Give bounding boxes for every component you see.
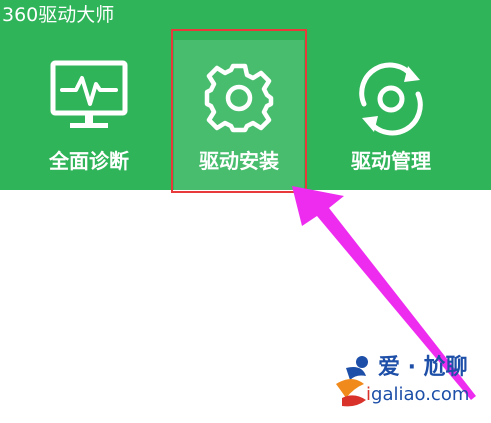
watermark-title: 爱 · 尬聊 (378, 355, 468, 380)
window-title: 360驱动大师 (2, 4, 115, 26)
monitor-pulse-icon (50, 60, 128, 138)
tab-full-diagnosis[interactable]: 全面诊断 (18, 40, 160, 190)
tab-driver-manage[interactable]: 驱动管理 (320, 40, 462, 190)
tab-label: 驱动安装 (199, 149, 279, 173)
watermark: 爱 · 尬聊 igaliao.com (332, 352, 488, 412)
gear-icon (201, 60, 277, 140)
app-header: 360驱动大师 全面诊断 驱动安装 驱动管理 (0, 0, 491, 190)
watermark-url: igaliao.com (366, 384, 470, 405)
tab-driver-install[interactable]: 驱动安装 (174, 40, 304, 190)
refresh-cycle-icon (352, 60, 430, 142)
tab-label: 驱动管理 (351, 149, 431, 173)
tab-label: 全面诊断 (49, 149, 129, 173)
